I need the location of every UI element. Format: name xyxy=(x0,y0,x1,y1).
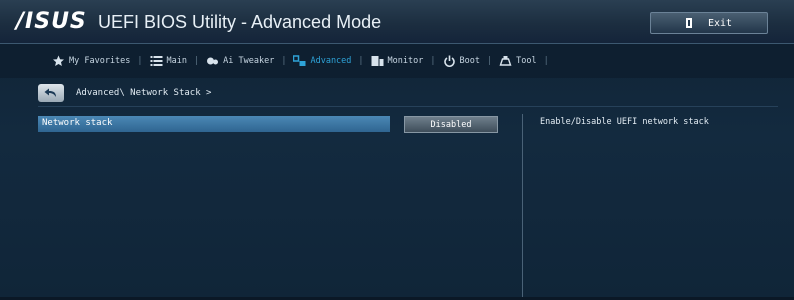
list-icon xyxy=(150,56,163,66)
asus-logo: /ISUS xyxy=(16,9,87,34)
tab-label: Main xyxy=(166,56,188,66)
advanced-icon xyxy=(293,55,306,66)
help-text: Enable/Disable UEFI network stack xyxy=(540,117,709,127)
tab-boot[interactable]: Boot xyxy=(438,55,485,67)
tab-label: Boot xyxy=(459,56,480,66)
star-icon xyxy=(53,55,64,66)
settings-panel: Network stack Disabled xyxy=(38,106,778,293)
tab-separator: | xyxy=(358,56,364,66)
back-arrow-icon xyxy=(44,88,56,97)
tab-separator: | xyxy=(486,56,493,66)
power-icon xyxy=(443,55,455,67)
tab-separator: | xyxy=(430,56,436,66)
exit-label: Exit xyxy=(707,17,733,29)
setting-row-network-stack[interactable]: Network stack xyxy=(38,116,390,132)
help-divider xyxy=(522,114,523,300)
tab-label: My Favorites xyxy=(69,56,131,66)
tab-main[interactable]: Main xyxy=(145,55,192,67)
tab-separator: | xyxy=(281,56,287,66)
breadcrumb-path: Advanced\ Network Stack > xyxy=(76,88,212,98)
tab-bar: My Favorites | Main | Ai Tweaker | Advan… xyxy=(0,44,794,78)
header-bar: /ISUS UEFI BIOS Utility - Advanced Mode … xyxy=(0,0,794,44)
tab-advanced[interactable]: Advanced xyxy=(288,55,356,67)
bios-screen: /ISUS UEFI BIOS Utility - Advanced Mode … xyxy=(0,0,794,300)
setting-label: Network stack xyxy=(42,118,113,128)
breadcrumb: Advanced\ Network Stack > xyxy=(38,84,211,102)
back-button[interactable] xyxy=(38,84,64,102)
tool-icon xyxy=(499,56,512,66)
tab-ai-tweaker[interactable]: Ai Tweaker xyxy=(201,55,279,67)
tab-label: Tool xyxy=(516,56,537,66)
exit-button[interactable]: Exit xyxy=(650,12,768,34)
tab-separator: | xyxy=(137,56,143,66)
tab-separator: | xyxy=(543,56,549,66)
tweaker-icon xyxy=(207,57,219,65)
window-title: UEFI BIOS Utility - Advanced Mode xyxy=(98,12,382,32)
monitor-icon xyxy=(371,56,384,66)
tab-label: Monitor xyxy=(387,56,424,66)
tab-separator: | xyxy=(194,56,200,66)
tab-my-favorites[interactable]: My Favorites xyxy=(47,55,135,67)
tab-monitor[interactable]: Monitor xyxy=(366,55,429,67)
tab-tool[interactable]: Tool xyxy=(494,55,541,67)
network-stack-dropdown[interactable]: Disabled xyxy=(404,116,498,133)
door-exit-icon xyxy=(685,18,692,28)
tab-label: Advanced xyxy=(310,56,352,66)
tab-label: Ai Tweaker xyxy=(223,56,275,66)
